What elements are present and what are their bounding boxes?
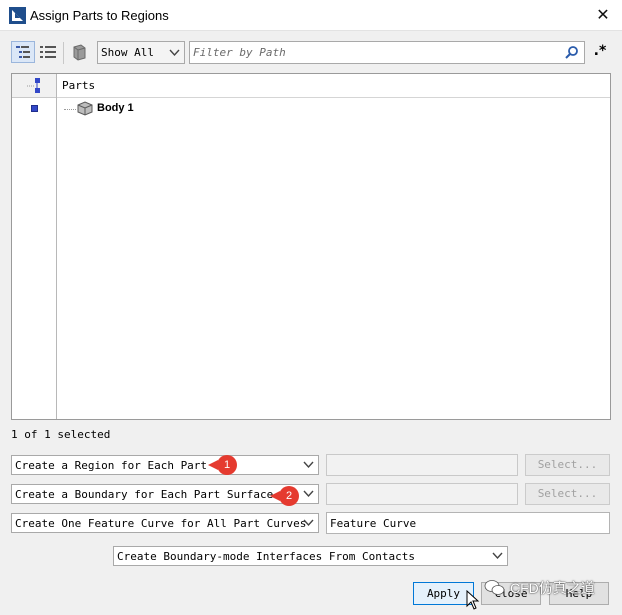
filter-by-path-field[interactable] [189, 41, 585, 64]
select-boundary-button[interactable]: Select... [525, 483, 610, 505]
list-view-icon [40, 46, 56, 58]
parts-column-header[interactable]: Parts [57, 74, 610, 98]
chevron-down-icon [303, 519, 314, 527]
row-selected-marker[interactable] [31, 105, 38, 112]
selection-column-icon [27, 78, 40, 93]
title-bar: Assign Parts to Regions ✕ [0, 0, 622, 31]
interface-mode-select[interactable]: Create Boundary-mode Interfaces From Con… [113, 546, 508, 566]
region-name-field[interactable] [326, 454, 518, 476]
callout-marker-2: 2 [279, 486, 299, 506]
parts-tree-panel: Parts Body 1 [11, 73, 611, 420]
chevron-down-icon [169, 49, 180, 57]
regex-toggle-button[interactable]: .* [590, 40, 610, 64]
window-title: Assign Parts to Regions [30, 8, 169, 23]
mouse-cursor-icon [466, 590, 480, 610]
callout-marker-1: 1 [217, 455, 237, 475]
wechat-logo-icon [484, 580, 505, 595]
selection-status: 1 of 1 selected [11, 428, 111, 441]
part-icon [73, 44, 86, 61]
chevron-down-icon [492, 552, 503, 560]
tree-view-icon [16, 46, 30, 58]
interface-mode-value: Create Boundary-mode Interfaces From Con… [117, 550, 416, 563]
feature-curve-mode-select[interactable]: Create One Feature Curve for All Part Cu… [11, 513, 319, 533]
watermark-text: CFD仿真之道 [510, 580, 595, 596]
tree-connector [64, 109, 76, 110]
select-region-button[interactable]: Select... [525, 454, 610, 476]
feature-curve-name-field[interactable]: Feature Curve [326, 512, 610, 534]
selection-column [12, 74, 57, 419]
close-window-button[interactable]: ✕ [592, 4, 614, 26]
show-filter-value: Show All [101, 46, 154, 59]
app-logo-icon [9, 7, 26, 24]
part-filter-button[interactable] [67, 41, 91, 63]
watermark: CFD仿真之道 [484, 576, 595, 600]
body-part-icon [77, 101, 93, 116]
tree-view-button[interactable] [11, 41, 35, 63]
feature-curve-mode-value: Create One Feature Curve for All Part Cu… [15, 517, 307, 530]
search-icon[interactable] [564, 45, 579, 60]
tree-item-label: Body 1 [97, 102, 134, 114]
apply-button[interactable]: Apply [413, 582, 474, 605]
parts-column-label: Parts [62, 79, 96, 92]
chevron-down-icon [303, 461, 314, 469]
region-mode-value: Create a Region for Each Part [15, 459, 208, 472]
chevron-down-icon [303, 490, 314, 498]
selection-column-header[interactable] [12, 74, 56, 98]
boundary-mode-value: Create a Boundary for Each Part Surface [15, 488, 274, 501]
show-filter-select[interactable]: Show All [97, 41, 185, 64]
region-mode-select[interactable]: Create a Region for Each Part [11, 455, 319, 475]
toolbar-separator [63, 42, 64, 64]
feature-curve-name-value: Feature Curve [330, 517, 417, 530]
boundary-name-field[interactable] [326, 483, 518, 505]
list-view-button[interactable] [37, 41, 59, 63]
filter-input[interactable] [190, 42, 550, 63]
